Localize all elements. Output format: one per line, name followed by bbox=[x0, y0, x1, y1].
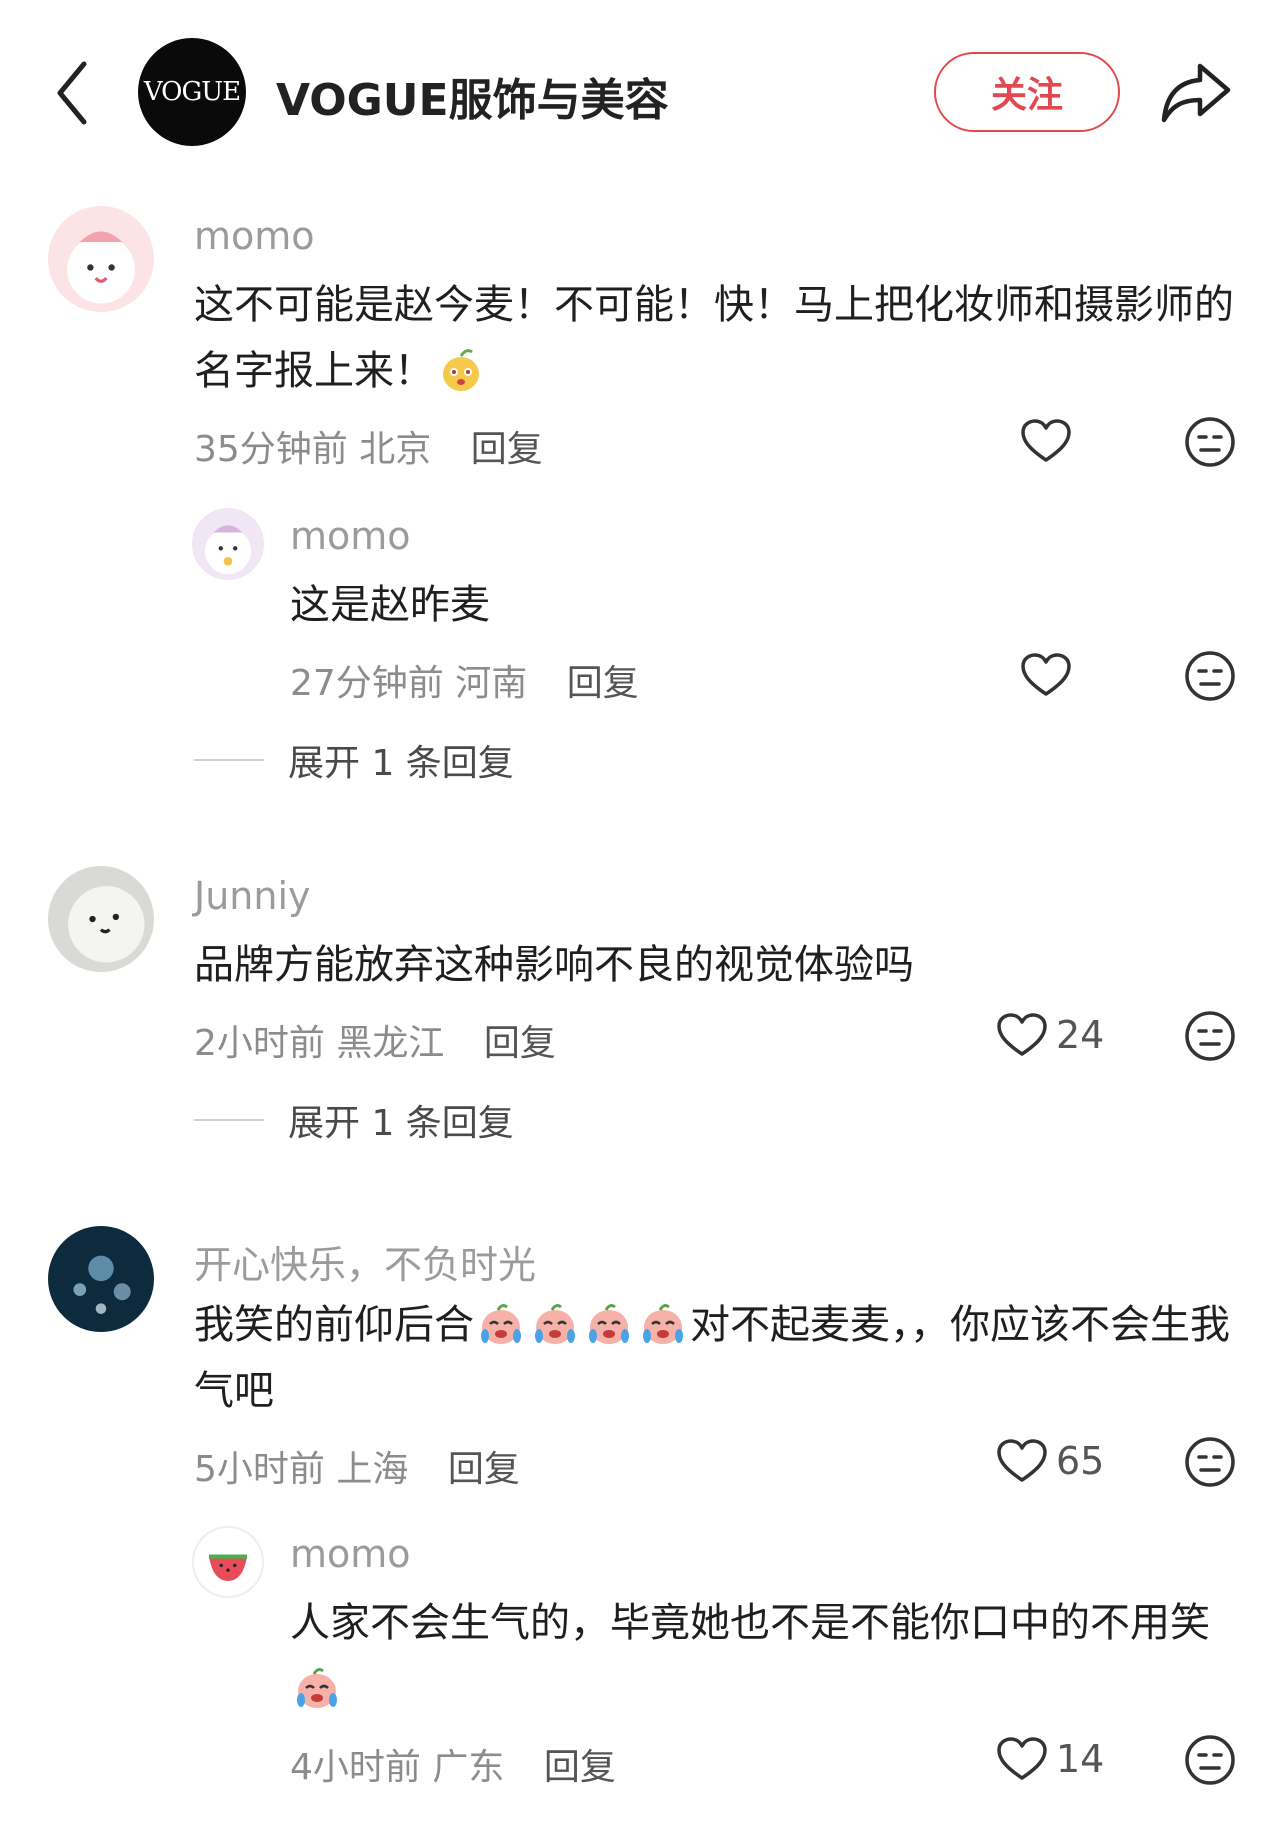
expand-replies-label: 展开 1 条回复 bbox=[288, 1103, 514, 1144]
pear-emoji-icon bbox=[443, 349, 479, 391]
like-button[interactable] bbox=[1020, 652, 1080, 698]
avatar[interactable] bbox=[48, 866, 154, 972]
comment-location: 广东 bbox=[432, 1747, 505, 1788]
comment-text: 这是赵昨麦 bbox=[290, 582, 490, 628]
like-count: 14 bbox=[1056, 1737, 1105, 1781]
reply-button[interactable]: 回复 bbox=[567, 663, 639, 704]
follow-button[interactable]: 关注 bbox=[934, 52, 1120, 132]
like-count: 65 bbox=[1056, 1439, 1105, 1483]
avatar[interactable] bbox=[192, 1526, 264, 1598]
expand-replies-button[interactable]: 展开 1 条回复 bbox=[194, 1094, 514, 1146]
account-logo-avatar[interactable]: VOGUE bbox=[138, 38, 246, 146]
crying-emoji-icon bbox=[297, 1668, 337, 1708]
comment-meta: 35分钟前 北京 回复 bbox=[194, 420, 543, 472]
divider bbox=[194, 759, 264, 761]
comment-text: 这不可能是赵今麦！不可能！快！马上把化妆师和摄影师的名字报上来！ bbox=[194, 282, 1234, 394]
comment-username[interactable]: momo bbox=[194, 214, 315, 258]
crying-emoji-icon bbox=[643, 1304, 683, 1344]
comment-time: 27分钟前 bbox=[290, 663, 444, 704]
comment-text: 人家不会生气的，毕竟她也不是不能你口中的不用笑 bbox=[290, 1590, 1230, 1722]
comment-username[interactable]: Junniy bbox=[194, 874, 311, 918]
emoji-reaction-icon[interactable] bbox=[1184, 1010, 1236, 1062]
comment-time: 2小时前 bbox=[194, 1023, 325, 1064]
comment-meta: 2小时前 黑龙江 回复 bbox=[194, 1014, 556, 1066]
share-icon[interactable] bbox=[1160, 60, 1232, 124]
like-button[interactable]: 24 bbox=[996, 1012, 1104, 1058]
comment-meta: 27分钟前 河南 回复 bbox=[290, 654, 639, 706]
divider bbox=[194, 1119, 264, 1121]
emoji-reaction-icon[interactable] bbox=[1184, 1734, 1236, 1786]
reply-button[interactable]: 回复 bbox=[544, 1747, 616, 1788]
heart-icon bbox=[1021, 419, 1071, 462]
reply-button[interactable]: 回复 bbox=[471, 429, 543, 470]
heart-icon bbox=[997, 1013, 1047, 1056]
reply-button[interactable]: 回复 bbox=[448, 1449, 520, 1490]
avatar[interactable] bbox=[48, 1226, 154, 1332]
like-button[interactable] bbox=[1020, 418, 1080, 464]
avatar[interactable] bbox=[48, 206, 154, 312]
crying-emoji-icon bbox=[589, 1304, 629, 1344]
expand-replies-label: 展开 1 条回复 bbox=[288, 743, 514, 784]
comment-meta: 5小时前 上海 回复 bbox=[194, 1440, 520, 1492]
avatar[interactable] bbox=[192, 508, 264, 580]
like-button[interactable]: 65 bbox=[996, 1438, 1104, 1484]
comment-username[interactable]: momo bbox=[290, 514, 411, 558]
emoji-reaction-icon[interactable] bbox=[1184, 650, 1236, 702]
like-button[interactable]: 14 bbox=[996, 1736, 1104, 1782]
expand-replies-button[interactable]: 展开 1 条回复 bbox=[194, 734, 514, 786]
heart-icon bbox=[997, 1737, 1047, 1780]
heart-icon bbox=[1021, 653, 1071, 696]
emoji-reaction-icon[interactable] bbox=[1184, 416, 1236, 468]
page-title: VOGUE服饰与美容 bbox=[276, 75, 669, 126]
like-count: 24 bbox=[1056, 1013, 1105, 1057]
comment-location: 北京 bbox=[359, 429, 432, 470]
comment-time: 5小时前 bbox=[194, 1449, 325, 1490]
comment-text: 品牌方能放弃这种影响不良的视觉体验吗 bbox=[194, 942, 914, 988]
comment-username[interactable]: 开心快乐，不负时光 bbox=[194, 1234, 536, 1289]
comment-meta: 4小时前 广东 回复 bbox=[290, 1738, 616, 1790]
emoji-reaction-icon[interactable] bbox=[1184, 1436, 1236, 1488]
comment-location: 黑龙江 bbox=[336, 1023, 445, 1064]
comment-time: 4小时前 bbox=[290, 1747, 421, 1788]
crying-emoji-icon bbox=[535, 1304, 575, 1344]
top-bar: VOGUE VOGUE服饰与美容 关注 bbox=[0, 0, 1284, 180]
comment-time: 35分钟前 bbox=[194, 429, 348, 470]
crying-emoji-icon bbox=[481, 1304, 521, 1344]
comment-location: 上海 bbox=[336, 1449, 409, 1490]
back-icon[interactable] bbox=[52, 58, 92, 128]
heart-icon bbox=[997, 1439, 1047, 1482]
reply-button[interactable]: 回复 bbox=[484, 1023, 556, 1064]
comment-location: 河南 bbox=[455, 663, 528, 704]
comment-username[interactable]: momo bbox=[290, 1532, 411, 1576]
comment-text: 我笑的前仰后合 对不起麦麦，，你应该不会生我气吧 bbox=[194, 1292, 1244, 1424]
